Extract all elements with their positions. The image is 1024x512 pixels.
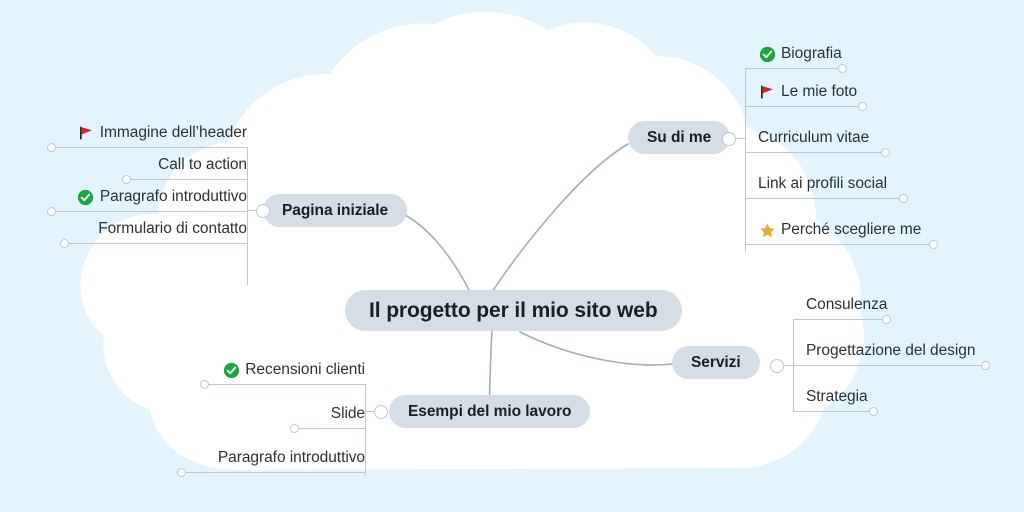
branch-node-pagina-iniziale[interactable]: Pagina iniziale [263,194,408,227]
leaf-item[interactable]: Le mie foto [758,75,857,109]
leaf-endpoint-dot [929,240,938,249]
leaf-endpoint-dot [858,102,867,111]
leaf-label: Paragrafo introduttivo [99,188,247,205]
leaf-label: Biografia [781,45,842,62]
leaf-label: Strategia [806,388,868,405]
branch-node-esempi-del-mio-lavoro[interactable]: Esempi del mio lavoro [389,395,591,428]
leaf-label: Perché scegliere me [781,221,922,238]
branch-node-servizi[interactable]: Servizi [672,346,760,379]
leaf-endpoint-dot [177,468,186,477]
star-icon [758,221,776,239]
leaf-label: Formulario di contatto [98,220,247,237]
leaf-rule [206,384,365,385]
leaf-item[interactable]: Immagine dell’header [77,116,247,150]
branch-hub [770,359,784,373]
leaf-label: Slide [330,405,365,422]
leaf-endpoint-dot [200,380,209,389]
leaf-rule [793,365,985,366]
branch-hub [256,204,270,218]
leaf-item[interactable]: Link ai profili social [758,167,887,201]
leaf-item[interactable]: Call to action [158,148,247,182]
leaf-label: Progettazione del design [806,342,976,359]
leaf-item[interactable]: Formulario di contatto [98,212,247,246]
leaf-label: Le mie foto [781,83,858,100]
leaf-endpoint-dot [882,315,891,324]
branch-hub [374,405,388,419]
leaf-endpoint-dot [60,239,69,248]
leaf-label: Recensioni clienti [245,361,365,378]
check-icon [758,45,776,63]
leaf-endpoint-dot [881,148,890,157]
leaf-rule [745,198,903,199]
leaf-item[interactable]: Progettazione del design [806,334,975,368]
leaf-endpoint-dot [899,194,908,203]
leaf-endpoint-dot [47,207,56,216]
mindmap-canvas: Il progetto per il mio sito web Pagina i… [0,0,1024,512]
flag-icon [758,83,776,101]
leaf-label: Consulenza [806,296,888,313]
leaf-endpoint-dot [838,64,847,73]
leaf-item[interactable]: Consulenza [806,288,887,322]
branch-node-su-di-me[interactable]: Su di me [628,121,731,154]
leaf-rule [793,319,886,320]
branch-spine [745,68,746,252]
leaf-rule [745,152,885,153]
leaf-endpoint-dot [869,407,878,416]
leaf-label: Paragrafo introduttivo [217,449,365,466]
leaf-endpoint-dot [47,143,56,152]
leaf-rule [66,243,247,244]
leaf-rule [745,68,842,69]
leaf-endpoint-dot [981,361,990,370]
leaf-item[interactable]: Recensioni clienti [222,353,365,387]
leaf-item[interactable]: Paragrafo introduttivo [77,180,247,214]
check-icon [222,361,240,379]
branch-spine [365,384,366,476]
leaf-label: Immagine dell’header [99,124,247,141]
leaf-rule [745,244,933,245]
leaf-label: Link ai profili social [758,175,887,192]
branch-spine [247,147,248,285]
leaf-item[interactable]: Slide [331,397,365,431]
leaf-item[interactable]: Biografia [758,37,842,71]
leaf-rule [296,428,365,429]
branch-hub [722,132,736,146]
leaf-label: Call to action [158,156,247,173]
leaf-endpoint-dot [290,424,299,433]
leaf-rule [793,411,873,412]
root-node[interactable]: Il progetto per il mio sito web [345,290,682,331]
leaf-item[interactable]: Perché scegliere me [758,213,921,247]
flag-icon [77,124,95,142]
leaf-label: Curriculum vitae [758,129,870,146]
leaf-item[interactable]: Strategia [806,380,868,414]
leaf-rule [183,472,365,473]
leaf-item[interactable]: Paragrafo introduttivo [218,441,365,475]
leaf-item[interactable]: Curriculum vitae [758,121,869,155]
leaf-rule [745,106,862,107]
check-icon [77,188,95,206]
